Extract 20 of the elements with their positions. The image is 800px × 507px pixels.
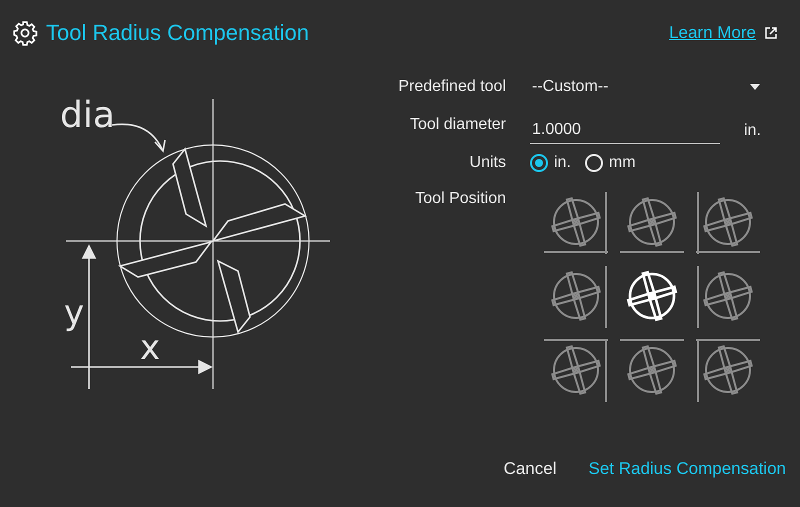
- y-label: y: [64, 293, 84, 333]
- learn-more-link[interactable]: Learn More: [669, 23, 756, 43]
- diameter-input[interactable]: 1.0000: [530, 117, 720, 144]
- caret-icon: [750, 84, 760, 90]
- diameter-label: dia: [60, 95, 115, 136]
- leader-line: [112, 124, 166, 153]
- external-link-icon: [764, 26, 778, 40]
- confirm-button[interactable]: Set Radius Compensation: [586, 455, 788, 483]
- unit-radio[interactable]: in.: [530, 154, 571, 172]
- x-label: x: [140, 328, 160, 368]
- dialog-title: Tool Radius Compensation: [46, 20, 310, 46]
- field-label: Tool diameter: [410, 116, 506, 134]
- field-label: Units: [470, 154, 506, 172]
- unit-label: in.: [744, 122, 761, 141]
- cancel-button[interactable]: Cancel: [502, 455, 558, 483]
- settings-icon: [12, 20, 38, 46]
- field-label: Tool Position: [415, 189, 506, 208]
- tool-dropdown[interactable]: --Custom--: [530, 73, 766, 101]
- unit-radio[interactable]: mm: [584, 154, 636, 172]
- field-label: Predefined tool: [398, 78, 506, 96]
